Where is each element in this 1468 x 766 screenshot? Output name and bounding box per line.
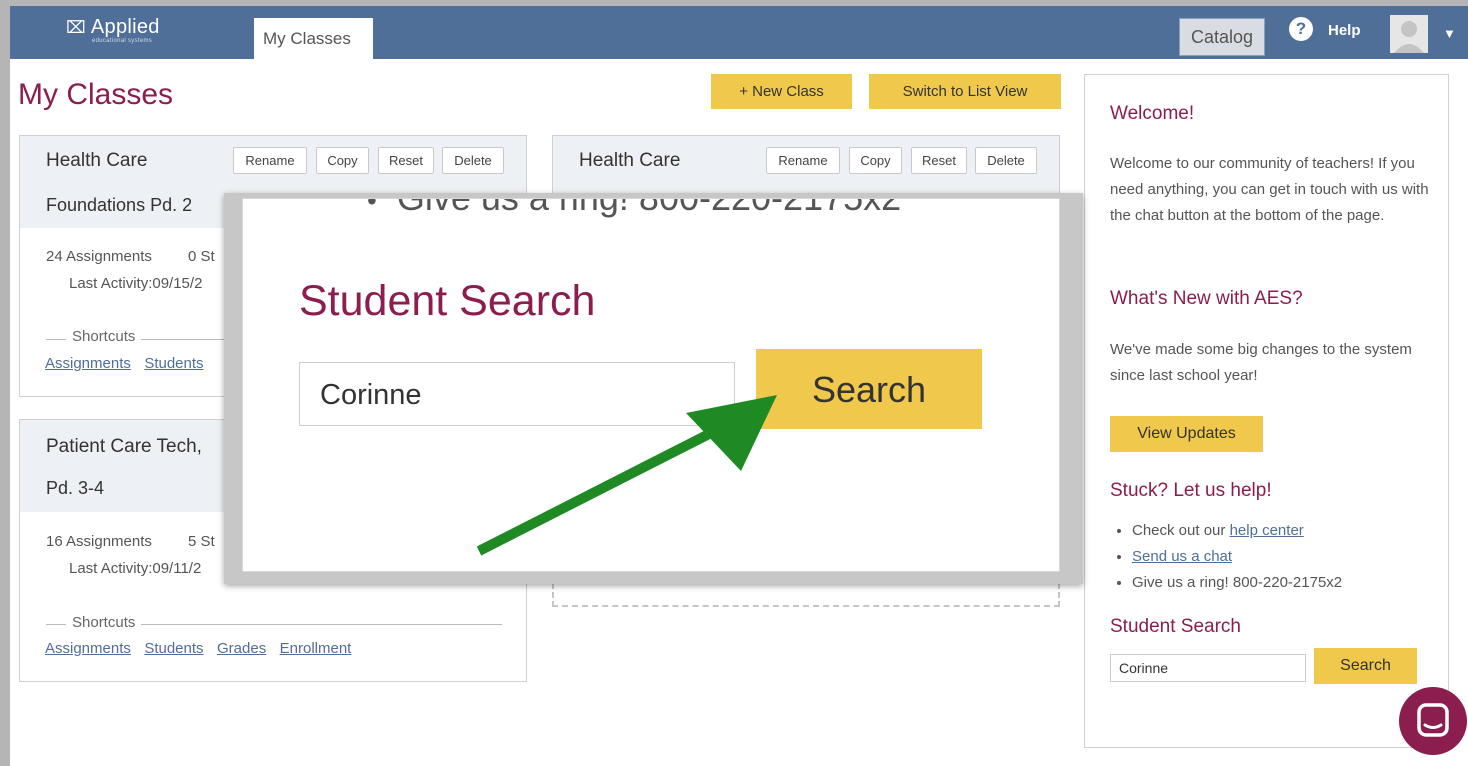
student-count: 5 St	[188, 533, 215, 550]
zoom-callout: •Give us a ring! 800-220-2175x2 Student …	[224, 193, 1083, 584]
help-center-prefix: Check out our	[1132, 522, 1230, 539]
catalog-button[interactable]: Catalog	[1179, 18, 1265, 56]
logo-text: Applied	[90, 16, 160, 38]
assignments-link[interactable]: Assignments	[45, 355, 131, 372]
page-title: My Classes	[18, 78, 174, 111]
class-title: Health Care	[46, 150, 148, 171]
whats-new-text: We've made some big changes to the syste…	[1110, 341, 1412, 384]
chevron-down-icon[interactable]: ▼	[1443, 26, 1456, 41]
last-activity: Last Activity:09/15/2	[69, 275, 203, 292]
shortcuts-label: Shortcuts	[66, 614, 142, 631]
assignment-count: 16 Assignments	[46, 533, 152, 550]
screenshot-border-left	[0, 0, 10, 766]
new-class-button[interactable]: + New Class	[711, 74, 852, 109]
students-link[interactable]: Students	[144, 355, 203, 372]
tab-my-classes[interactable]: My Classes	[254, 18, 373, 59]
copy-button[interactable]: Copy	[849, 147, 902, 174]
grades-link[interactable]: Grades	[217, 640, 266, 657]
enrollment-link[interactable]: Enrollment	[280, 640, 352, 657]
list-item: Send us a chat	[1132, 544, 1342, 570]
rename-button[interactable]: Rename	[766, 147, 840, 174]
chat-launcher-button[interactable]	[1399, 687, 1467, 755]
help-center-link[interactable]: help center	[1230, 522, 1304, 539]
copy-button[interactable]: Copy	[316, 147, 369, 174]
student-search-input[interactable]: Corinne	[1110, 654, 1306, 682]
last-activity: Last Activity:09/11/2	[69, 560, 202, 577]
avatar[interactable]	[1390, 15, 1428, 53]
reset-button[interactable]: Reset	[911, 147, 967, 174]
shortcuts-label: Shortcuts	[66, 328, 142, 345]
class-title-line2: Pd. 3-4	[46, 478, 105, 498]
logo-subtitle: educational systems	[92, 38, 153, 44]
help-link[interactable]: Help	[1328, 22, 1361, 39]
class-title: Patient Care Tech,	[46, 436, 202, 457]
class-card-header: Health Care Rename Copy Reset Delete	[553, 136, 1059, 196]
help-sidebar: Welcome! Welcome to our community of tea…	[1084, 74, 1449, 748]
assignment-count: 24 Assignments	[46, 248, 152, 265]
green-arrow-icon	[476, 395, 777, 556]
top-navbar: ⌧ Applied educational systems My Classes…	[10, 6, 1468, 59]
delete-button[interactable]: Delete	[975, 147, 1037, 174]
assignments-link[interactable]: Assignments	[45, 640, 131, 657]
shortcut-links: Assignments Students Grades Enrollment	[45, 640, 360, 658]
class-card: Health Care Rename Copy Reset Delete	[552, 135, 1060, 196]
students-link[interactable]: Students	[144, 640, 203, 657]
applied-logo[interactable]: ⌧ Applied educational systems	[66, 16, 160, 44]
welcome-heading: Welcome!	[1110, 103, 1195, 124]
student-count: 0 St	[188, 248, 215, 265]
zoom-callout-content: •Give us a ring! 800-220-2175x2 Student …	[242, 198, 1060, 572]
help-list: Check out our help center Send us a chat…	[1110, 518, 1342, 596]
student-search-heading: Student Search	[1110, 616, 1241, 637]
view-updates-button[interactable]: View Updates	[1110, 416, 1263, 452]
welcome-text: Welcome to our community of teachers! If…	[1110, 155, 1429, 224]
class-title-line2: Foundations Pd. 2	[46, 195, 193, 215]
rename-button[interactable]: Rename	[233, 147, 307, 174]
logo-mark-icon: ⌧	[66, 17, 86, 37]
list-item: Check out our help center	[1132, 518, 1342, 544]
help-icon[interactable]: ?	[1289, 17, 1313, 41]
reset-button[interactable]: Reset	[378, 147, 434, 174]
send-chat-link[interactable]: Send us a chat	[1132, 548, 1232, 565]
stuck-heading: Stuck? Let us help!	[1110, 480, 1272, 501]
shortcut-links: Assignments Students	[45, 355, 213, 373]
delete-button[interactable]: Delete	[442, 147, 504, 174]
switch-list-view-button[interactable]: Switch to List View	[869, 74, 1061, 109]
class-title: Health Care	[579, 150, 681, 171]
chat-icon	[1417, 703, 1449, 737]
whats-new-heading: What's New with AES?	[1110, 288, 1303, 309]
list-item: Give us a ring! 800-220-2175x2	[1132, 570, 1342, 596]
search-button[interactable]: Search	[1314, 648, 1417, 684]
